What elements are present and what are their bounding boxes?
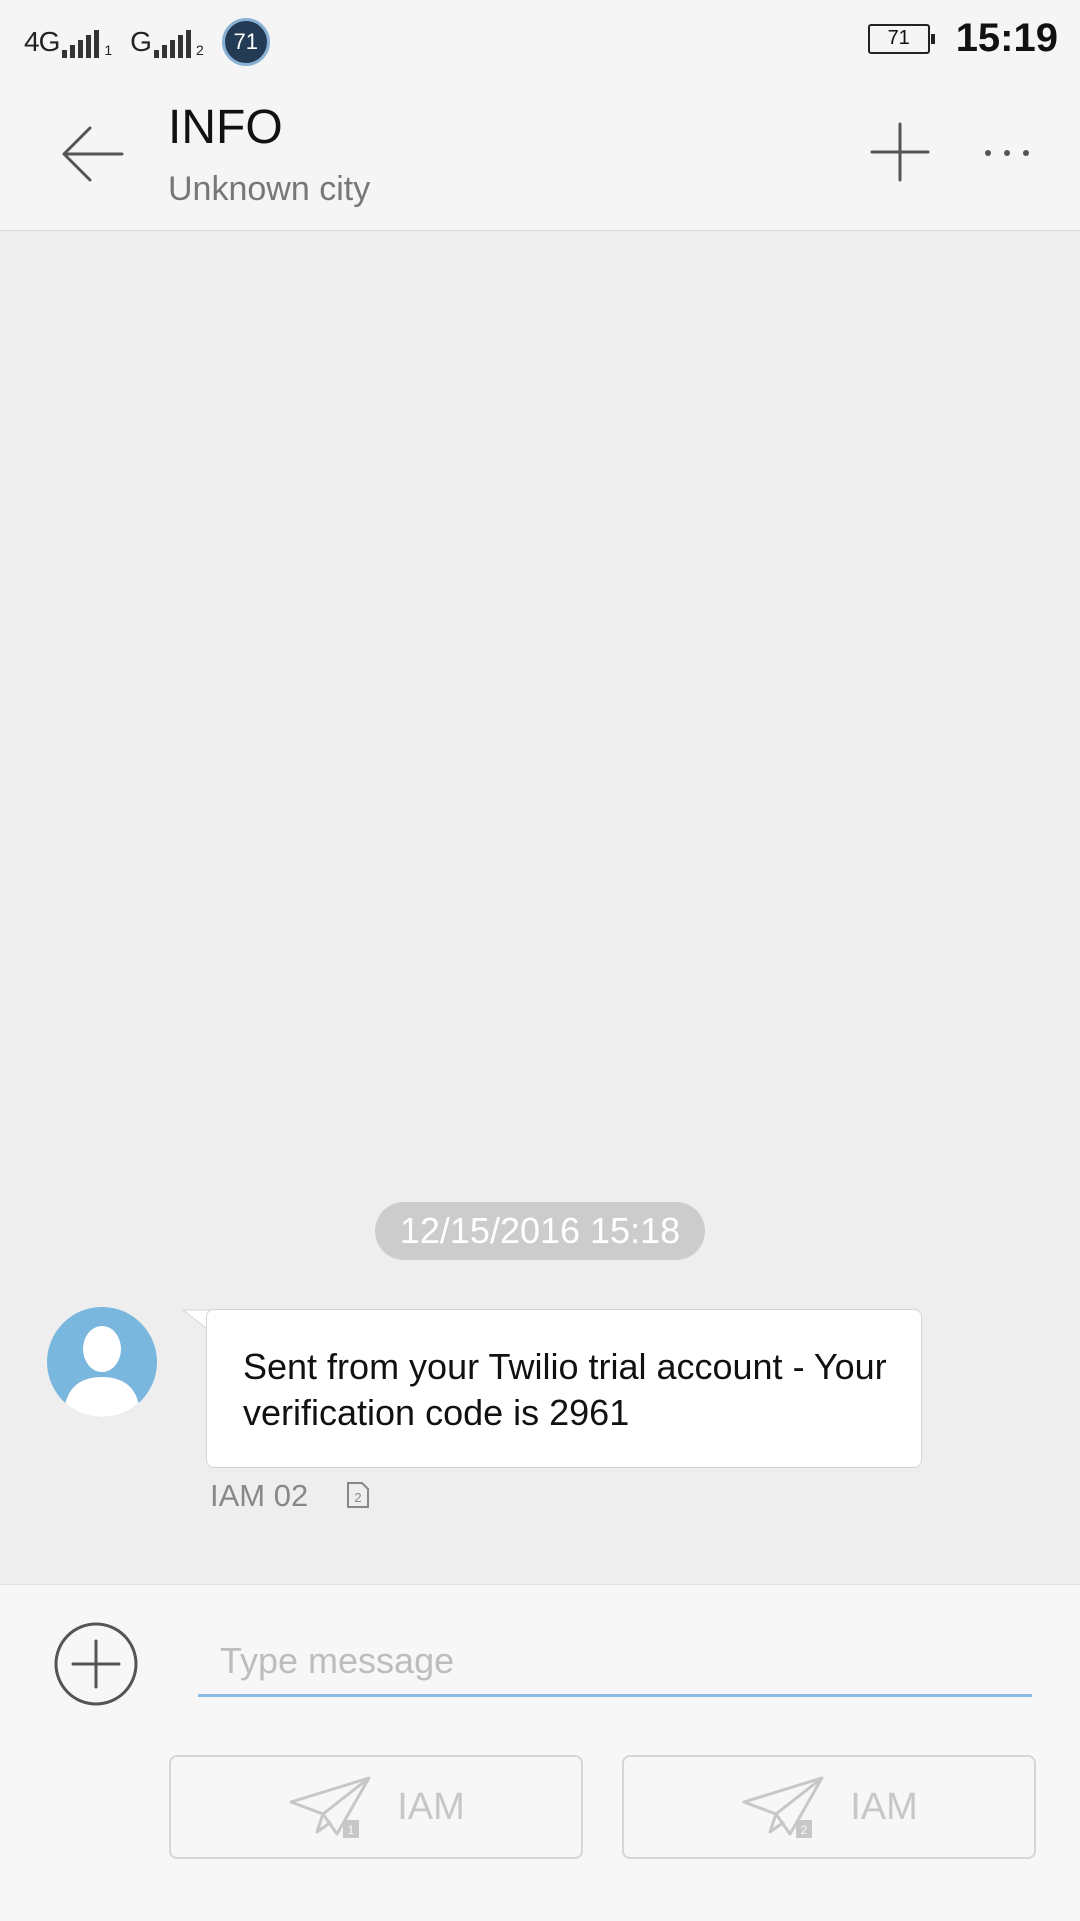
status-bar: 4G 1 G 2 71 71 15:19 — [0, 0, 1080, 78]
sim2-network-type: G — [130, 26, 152, 57]
person-icon — [47, 1307, 157, 1417]
plus-icon — [870, 122, 930, 182]
add-circle-icon — [54, 1622, 138, 1706]
contact-avatar[interactable] — [47, 1307, 157, 1417]
notification-badge: 71 — [221, 18, 270, 66]
conversation-header: INFO Unknown city — [0, 78, 1080, 231]
message-input[interactable] — [198, 1627, 1032, 1697]
sim2-index: 2 — [195, 42, 204, 58]
battery-level: 71 — [887, 27, 910, 49]
send-sim1-button[interactable]: 1 IAM — [169, 1755, 583, 1859]
message-bubble[interactable]: Sent from your Twilio trial account - Yo… — [206, 1309, 922, 1468]
more-options-button[interactable] — [982, 138, 1032, 168]
paper-plane-icon: 1 — [289, 1776, 371, 1838]
sim-card-icon: 2 — [347, 1482, 369, 1508]
signal-bars-icon — [153, 30, 191, 58]
send-sim1-label: IAM — [397, 1785, 465, 1828]
sim1-signal: 4G 1 — [24, 26, 112, 58]
send-sim2-button[interactable]: 2 IAM — [622, 1755, 1036, 1859]
back-button[interactable] — [56, 118, 128, 190]
back-arrow-icon — [62, 126, 124, 182]
send-sim2-label: IAM — [850, 1785, 918, 1828]
sim-badge: 2 — [354, 1490, 361, 1505]
paper-plane-icon: 2 — [742, 1776, 824, 1838]
message-timestamp: 12/15/2016 15:18 — [375, 1202, 705, 1260]
sim1-index: 1 — [104, 42, 113, 58]
message-text: Sent from your Twilio trial account - Yo… — [243, 1346, 887, 1433]
battery-icon: 71 — [867, 23, 935, 54]
sim2-signal: G 2 — [130, 26, 204, 58]
message-composer: 1 IAM 2 IAM — [0, 1584, 1080, 1921]
contact-name: INFO — [168, 101, 283, 154]
attach-button[interactable] — [53, 1621, 139, 1707]
sim-index: 1 — [348, 1823, 355, 1837]
sim-index: 2 — [801, 1823, 808, 1837]
status-time: 15:19 — [955, 16, 1058, 60]
contact-location: Unknown city — [168, 170, 371, 208]
sim1-network-type: 4G — [24, 26, 60, 57]
signal-bars-icon — [62, 30, 100, 58]
message-sender: IAM 02 — [210, 1478, 309, 1513]
more-dots-icon — [985, 150, 1029, 156]
add-contact-button[interactable] — [868, 120, 932, 184]
